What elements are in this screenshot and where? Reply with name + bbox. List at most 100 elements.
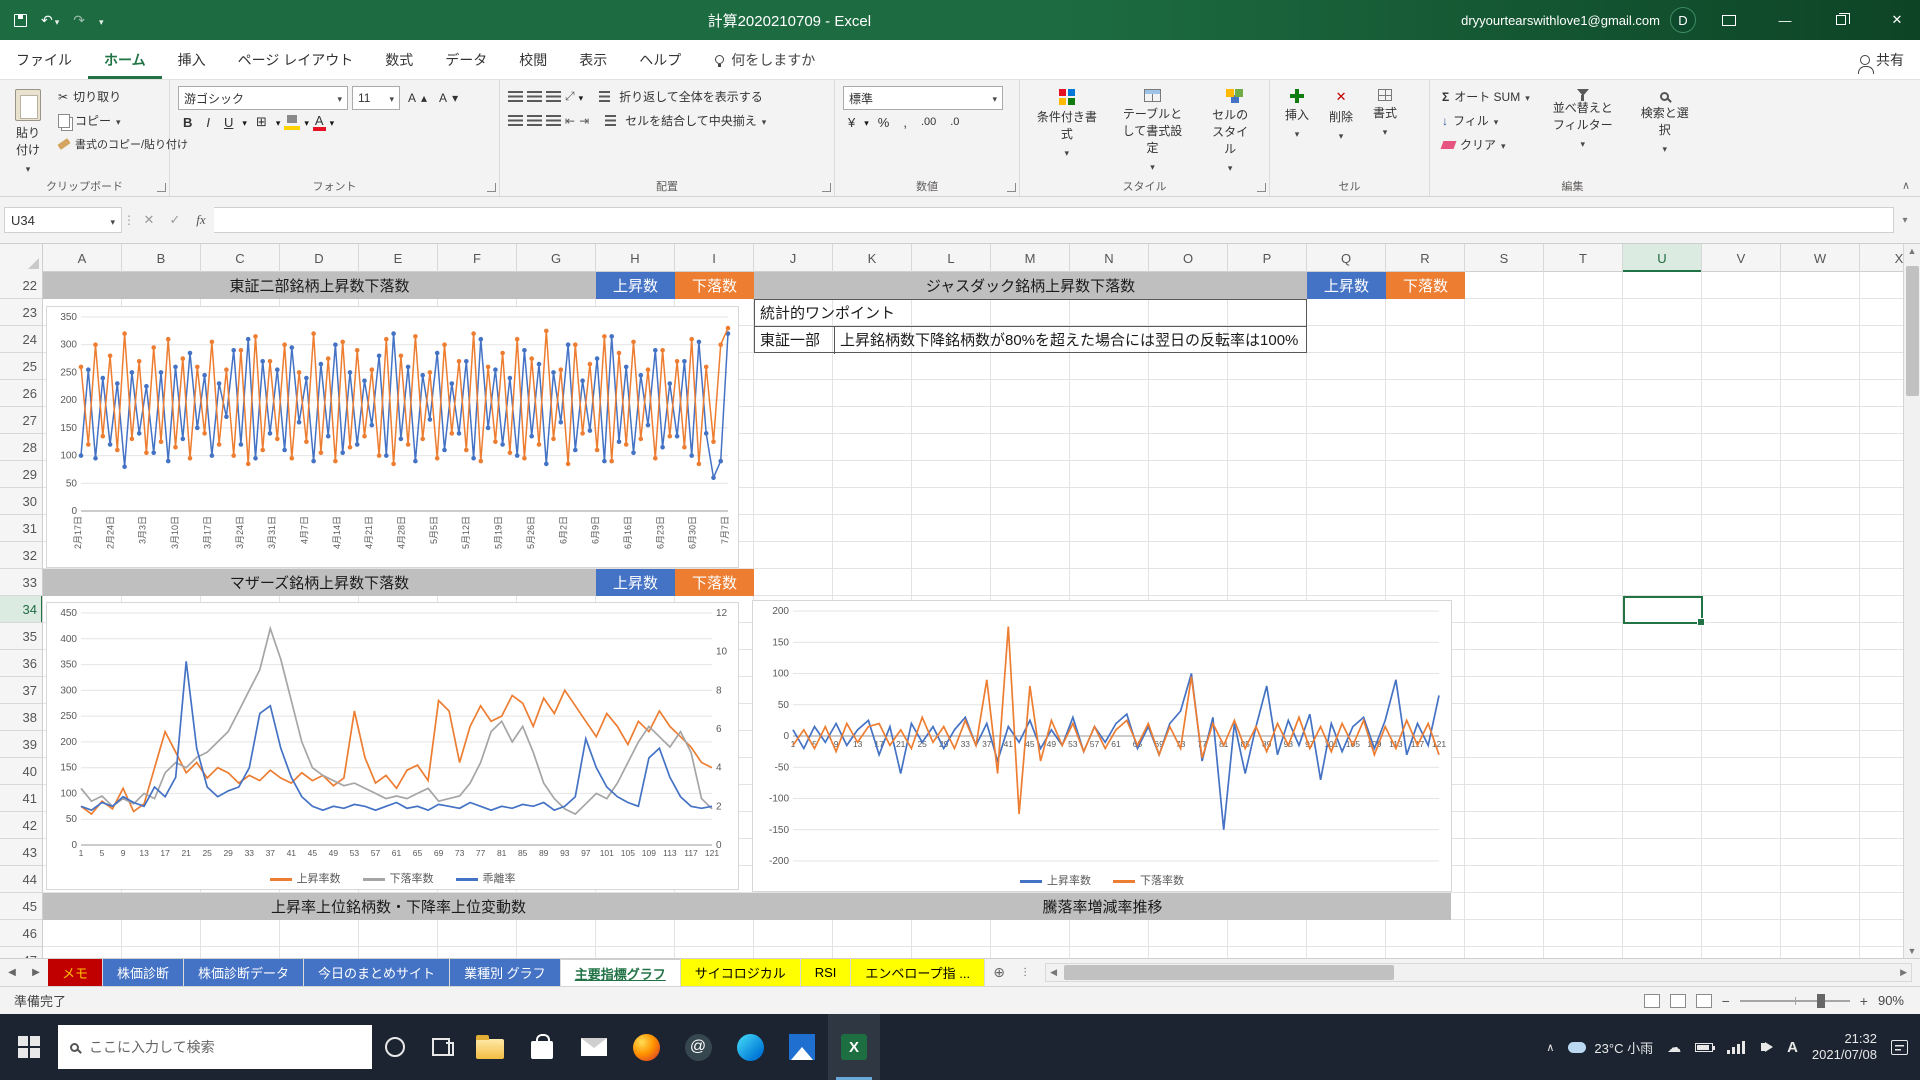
sheet-nav-right-icon[interactable]: ▶ [24,959,48,986]
insert-cells-button[interactable]: 挿入 [1278,86,1316,178]
sheet-tab[interactable]: 主要指標グラフ [561,959,681,986]
horizontal-scroll-thumb[interactable] [1064,965,1394,980]
ribbon-tab-8[interactable]: ヘルプ [623,40,697,79]
row-header-28[interactable]: 28 [0,434,43,461]
taskbar-app-edge[interactable] [724,1014,776,1080]
column-header-E[interactable]: E [359,244,438,272]
column-header-G[interactable]: G [517,244,596,272]
align-top-icon[interactable] [508,91,523,103]
column-header-J[interactable]: J [754,244,833,272]
fill-button[interactable]: ↓ フィル [1438,110,1534,131]
column-header-N[interactable]: N [1070,244,1149,272]
column-header-Q[interactable]: Q [1307,244,1386,272]
collapse-ribbon-icon[interactable]: ∧ [1902,179,1910,192]
indent-increase-icon[interactable]: ⇥ [579,114,589,128]
font-name-select[interactable]: 游ゴシック [178,86,348,110]
column-header-R[interactable]: R [1386,244,1465,272]
start-button[interactable] [0,1014,58,1080]
normal-view-icon[interactable] [1644,994,1660,1008]
save-icon[interactable] [14,14,27,27]
sort-filter-button[interactable]: 並べ替えとフィルター [1540,86,1626,178]
wrap-text-button[interactable]: 折り返して全体を表示する [595,86,767,107]
align-left-icon[interactable] [508,115,523,127]
row-header-24[interactable]: 24 [0,326,43,353]
cell-onepoint[interactable]: 統計的ワンポイント [760,299,895,326]
row-header-29[interactable]: 29 [0,461,43,488]
account-email[interactable]: dryyourtearswithlove1@gmail.com [1461,13,1660,28]
font-dialog-launcher[interactable] [487,183,496,192]
column-header-A[interactable]: A [43,244,122,272]
zoom-slider-thumb[interactable] [1817,994,1825,1008]
sheet-tab[interactable]: エンベロープ指 ... [851,959,985,986]
insert-function-icon[interactable]: fx [188,207,214,233]
row-header-43[interactable]: 43 [0,839,43,866]
font-size-select[interactable]: 11 [352,86,400,110]
task-view-button[interactable] [418,1014,464,1080]
scroll-up-icon[interactable]: ▲ [1908,246,1917,256]
scroll-down-icon[interactable]: ▼ [1908,946,1917,956]
chart-advance-decline-line[interactable]: -200-150-100-500501001502001591317212529… [752,600,1452,892]
row-header-45[interactable]: 45 [0,893,43,920]
new-sheet-button[interactable]: ⊕ [985,959,1013,986]
shrink-font-button[interactable]: A▾ [435,89,462,107]
column-header-U[interactable]: U [1623,244,1702,272]
cell-fall-i33[interactable]: 下落数 [675,569,754,596]
network-icon[interactable] [1727,1041,1745,1054]
indent-decrease-icon[interactable]: ⇤ [565,114,575,128]
weather-widget[interactable]: 23°C 小雨 [1568,1038,1653,1057]
cortana-button[interactable] [372,1014,418,1080]
banner-mothers[interactable]: マザーズ銘柄上昇数下落数 [43,569,596,596]
zoom-slider[interactable] [1740,1000,1850,1002]
delete-cells-button[interactable]: ✕ 削除 [1322,86,1360,178]
page-break-view-icon[interactable] [1696,994,1712,1008]
find-select-button[interactable]: 検索と選択 [1632,86,1698,178]
row-header-40[interactable]: 40 [0,758,43,785]
column-header-O[interactable]: O [1149,244,1228,272]
enter-formula-icon[interactable]: ✓ [162,207,188,233]
taskbar-app-mail[interactable] [568,1014,620,1080]
banner-tse2[interactable]: 東証二部銘柄上昇数下落数 [43,272,596,299]
sheet-nav-left-icon[interactable]: ◀ [0,959,24,986]
align-middle-icon[interactable] [527,91,542,103]
column-header-P[interactable]: P [1228,244,1307,272]
taskbar-app-firefox[interactable] [620,1014,672,1080]
share-button[interactable]: 共有 [1860,50,1920,70]
taskbar-app-photos[interactable] [776,1014,828,1080]
currency-format-button[interactable]: ¥ [843,115,860,130]
column-header-D[interactable]: D [280,244,359,272]
account-avatar[interactable]: D [1670,7,1696,33]
formula-input[interactable] [214,207,1894,233]
row-header-36[interactable]: 36 [0,650,43,677]
align-center-icon[interactable] [527,115,542,127]
row-header-31[interactable]: 31 [0,515,43,542]
align-right-icon[interactable] [546,115,561,127]
column-header-B[interactable]: B [122,244,201,272]
sheet-tab[interactable]: 株価診断データ [184,959,304,986]
borders-button[interactable]: ⊞ [251,114,272,130]
hscroll-right-icon[interactable]: ▶ [1900,967,1907,978]
taskbar-app-store[interactable] [516,1014,568,1080]
row-header-23[interactable]: 23 [0,299,43,326]
clock[interactable]: 21:32 2021/07/08 [1812,1031,1877,1064]
zoom-in-icon[interactable]: + [1860,993,1868,1009]
decrease-decimal-button[interactable]: .0 [945,116,964,128]
row-header-44[interactable]: 44 [0,866,43,893]
format-as-table-button[interactable]: テーブルとして書式設定 [1112,86,1194,178]
orientation-icon[interactable]: ⤢ [565,89,575,104]
column-header-V[interactable]: V [1702,244,1781,272]
cell-fall-r22[interactable]: 下落数 [1386,272,1465,299]
zoom-level[interactable]: 90% [1878,993,1904,1008]
sheet-tab[interactable]: RSI [801,959,852,986]
close-button[interactable]: ✕ [1874,0,1920,40]
battery-icon[interactable] [1695,1043,1713,1052]
percent-format-button[interactable]: % [873,115,895,130]
page-layout-view-icon[interactable] [1670,994,1686,1008]
row-header-46[interactable]: 46 [0,920,43,947]
row-header-33[interactable]: 33 [0,569,43,596]
bold-button[interactable]: B [178,115,197,130]
chart-tse2-line[interactable]: 0501001502002503003502月17日2月24日3月3日3月10日… [46,306,739,568]
cancel-formula-icon[interactable]: ✕ [136,207,162,233]
conditional-formatting-button[interactable]: 条件付き書式 [1028,86,1106,178]
alignment-dialog-launcher[interactable] [822,183,831,192]
row-header-39[interactable]: 39 [0,731,43,758]
